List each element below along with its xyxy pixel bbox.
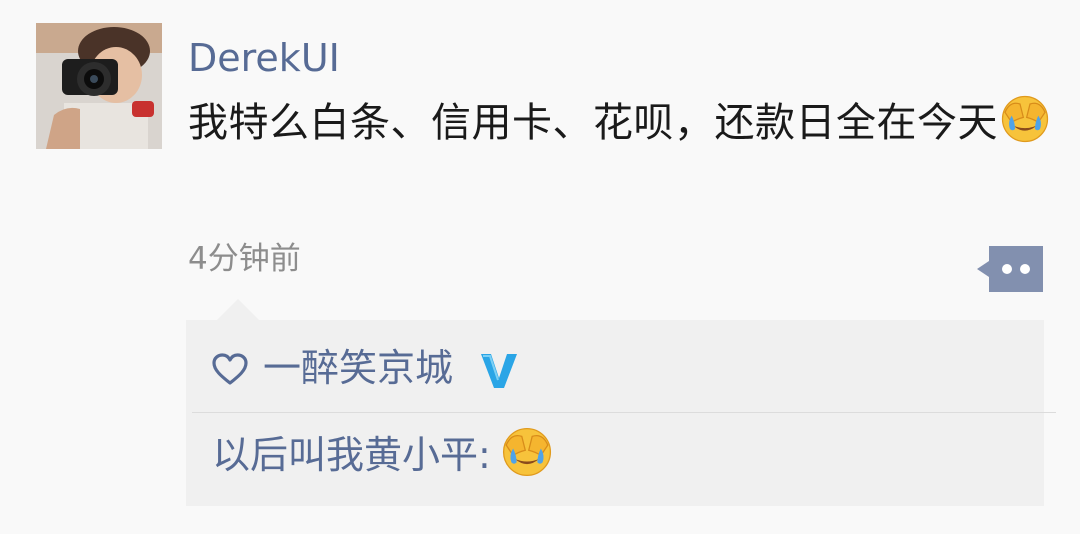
more-dots-icon <box>977 246 1043 292</box>
comment-author[interactable]: 以后叫我黄小平 <box>212 433 478 477</box>
liker-name[interactable]: 一醉笑京城 <box>263 342 453 394</box>
comment-item[interactable]: 以后叫我黄小平: <box>212 426 553 483</box>
comment-separator: : <box>478 433 491 477</box>
post-timestamp: 4分钟前 <box>188 241 301 277</box>
avatar-photo <box>36 23 162 149</box>
moment-post: DerekUI 我特么白条、信用卡、花呗，还款日全在今天 4分钟前 一醉笑京城 … <box>0 0 1080 534</box>
facepalm-laughing-emoji-icon <box>501 426 553 478</box>
comment-pointer <box>216 299 260 321</box>
heart-outline-icon <box>211 352 249 386</box>
facepalm-laughing-emoji-icon <box>1000 94 1050 144</box>
panel-divider <box>192 412 1056 413</box>
post-content: 我特么白条、信用卡、花呗，还款日全在今天 <box>188 94 1058 151</box>
likes-row: 一醉笑京城 <box>186 320 1044 412</box>
interactions-panel: 一醉笑京城 以后叫我黄小平: <box>186 320 1056 506</box>
verified-v-icon <box>479 350 519 392</box>
post-author-name[interactable]: DerekUI <box>188 32 340 84</box>
avatar[interactable] <box>36 23 162 149</box>
more-options-button[interactable] <box>977 246 1043 292</box>
post-text: 我特么白条、信用卡、花呗，还款日全在今天 <box>188 100 998 146</box>
